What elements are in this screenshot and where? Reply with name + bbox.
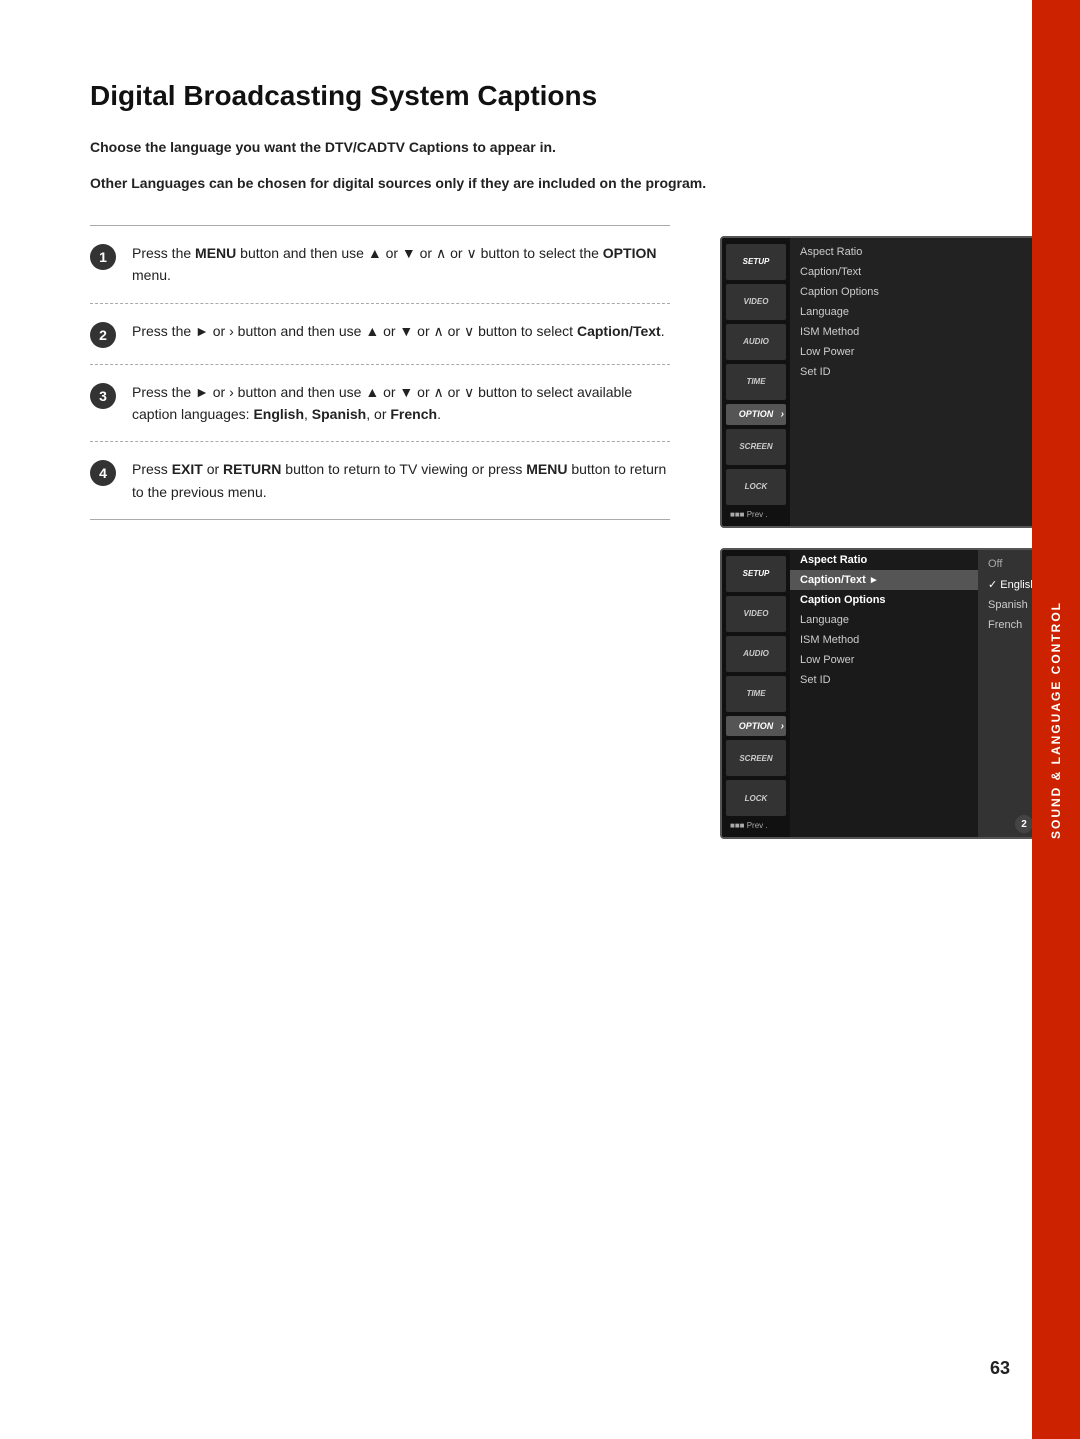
menu-item-ism-2: ISM Method	[790, 630, 978, 650]
menu-item-caption-options-1: Caption Options	[790, 282, 1058, 302]
main-content: Digital Broadcasting System Captions Cho…	[0, 0, 960, 919]
menu-item-caption-options-2: Caption Options	[790, 590, 978, 610]
menu-item-caption-text-1: Caption/Text	[790, 262, 1058, 282]
right-sidebar: SOUND & LANGUAGE CONTROL	[1032, 0, 1080, 1439]
intro-paragraph-2: Other Languages can be chosen for digita…	[90, 172, 870, 194]
sidebar-label: SOUND & LANGUAGE CONTROL	[1049, 601, 1063, 839]
step-number-2: 2	[90, 322, 116, 348]
menu-row-2: Aspect Ratio Caption/Text ► Caption Opti…	[790, 550, 1058, 838]
menu-item-low-power-2: Low Power	[790, 650, 978, 670]
sidebar-setup: SETUP	[726, 244, 786, 280]
sidebar2-setup: SETUP	[726, 556, 786, 592]
menu-item-aspect-ratio-1: Aspect Ratio	[790, 242, 1058, 262]
menu-item-aspect-ratio-2: Aspect Ratio	[790, 550, 978, 570]
menu-item-language-1: Language	[790, 302, 1058, 322]
sidebar2-lock: LOCK	[726, 780, 786, 816]
step-2-text: Press the ► or › button and then use ▲ o…	[132, 320, 665, 342]
steps-area: 1 Press the MENU button and then use ▲ o…	[90, 226, 870, 860]
menu-prev-2: ■■■ Prev .	[722, 818, 790, 833]
menu-display-2: SETUP VIDEO AUDIO TIME OPTION SCREEN LOC…	[720, 548, 1060, 840]
sidebar-option: OPTION	[726, 404, 786, 425]
menu-prev-1: ■■■ Prev .	[722, 507, 790, 522]
menu-screenshot-1: SETUP VIDEO AUDIO TIME OPTION SCREEN LOC…	[720, 236, 1060, 528]
sidebar2-audio: AUDIO	[726, 636, 786, 672]
sidebar2-video: VIDEO	[726, 596, 786, 632]
sidebar-audio: AUDIO	[726, 324, 786, 360]
steps-right: SETUP VIDEO AUDIO TIME OPTION SCREEN LOC…	[720, 226, 1060, 860]
step-1-text: Press the MENU button and then use ▲ or …	[132, 242, 670, 287]
step-1: 1 Press the MENU button and then use ▲ o…	[90, 226, 670, 304]
step-4-text: Press EXIT or RETURN button to return to…	[132, 458, 670, 503]
step-number-1: 1	[90, 244, 116, 270]
step-badge-2: 2	[1015, 815, 1033, 833]
sidebar2-time: TIME	[726, 676, 786, 712]
step-2: 2 Press the ► or › button and then use ▲…	[90, 304, 670, 365]
sidebar2-option: OPTION	[726, 716, 786, 737]
menu-item-language-2: Language	[790, 610, 978, 630]
sidebar-lock: LOCK	[726, 469, 786, 505]
sidebar-screen: SCREEN	[726, 429, 786, 465]
step-number-3: 3	[90, 383, 116, 409]
sidebar2-screen: SCREEN	[726, 740, 786, 776]
sidebar-video: VIDEO	[726, 284, 786, 320]
menu-item-ism-1: ISM Method	[790, 322, 1058, 342]
page-title: Digital Broadcasting System Captions	[90, 80, 870, 112]
menu-col-left-2: Aspect Ratio Caption/Text ► Caption Opti…	[790, 550, 978, 838]
sidebar-time: TIME	[726, 364, 786, 400]
step-3: 3 Press the ► or › button and then use ▲…	[90, 365, 670, 443]
steps-left: 1 Press the MENU button and then use ▲ o…	[90, 226, 670, 860]
step-3-text: Press the ► or › button and then use ▲ o…	[132, 381, 670, 426]
menu-sidebar-2: SETUP VIDEO AUDIO TIME OPTION SCREEN LOC…	[722, 550, 790, 838]
page-number: 63	[990, 1358, 1010, 1379]
menu-sidebar-1: SETUP VIDEO AUDIO TIME OPTION SCREEN LOC…	[722, 238, 790, 526]
menu-item-set-id-1: Set ID	[790, 362, 1058, 382]
menu-item-caption-text-2: Caption/Text ►	[790, 570, 978, 590]
step-4: 4 Press EXIT or RETURN button to return …	[90, 442, 670, 520]
submenu-arrow: ►	[869, 575, 883, 586]
menu-display-1: SETUP VIDEO AUDIO TIME OPTION SCREEN LOC…	[720, 236, 1060, 528]
step-number-4: 4	[90, 460, 116, 486]
menu-screenshot-2: SETUP VIDEO AUDIO TIME OPTION SCREEN LOC…	[720, 548, 1060, 840]
menu-item-low-power-1: Low Power	[790, 342, 1058, 362]
intro-paragraph-1: Choose the language you want the DTV/CAD…	[90, 136, 870, 158]
menu-main-1: Aspect Ratio Caption/Text Caption Option…	[790, 238, 1058, 526]
menu-item-set-id-2: Set ID	[790, 670, 978, 690]
